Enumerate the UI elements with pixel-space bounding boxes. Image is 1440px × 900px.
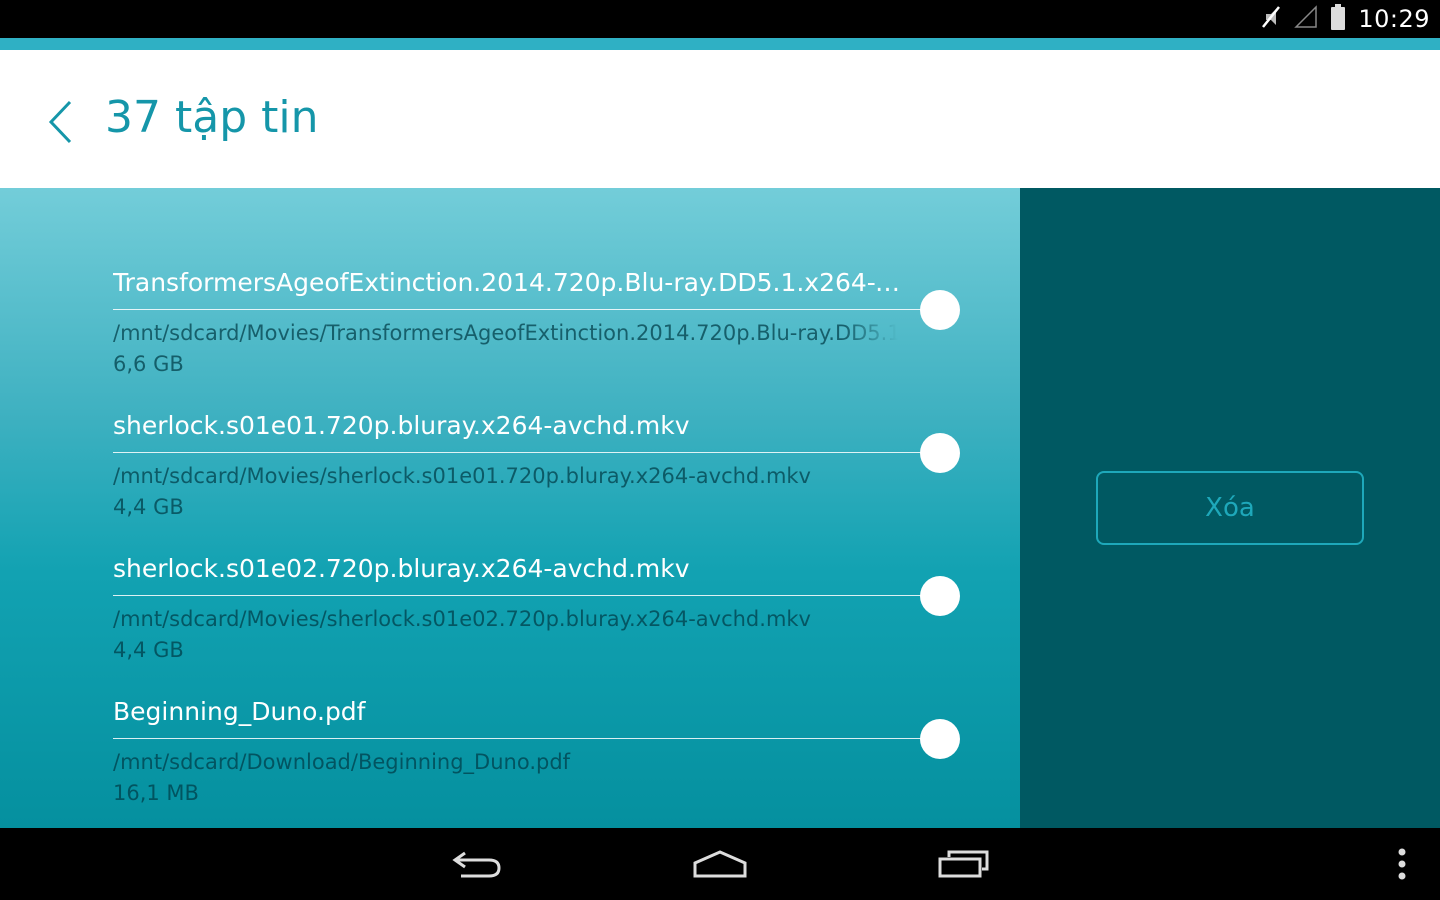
mute-icon	[1260, 5, 1282, 33]
list-item[interactable]: sherlock.s01e02.720p.bluray.x264-avchd.m…	[113, 552, 973, 695]
list-item[interactable]: sherlock.s01e01.720p.bluray.x264-avchd.m…	[113, 409, 973, 552]
overflow-menu-icon	[1398, 848, 1406, 880]
select-radio[interactable]	[920, 576, 960, 616]
accent-strip	[0, 38, 1440, 50]
file-path: /mnt/sdcard/Movies/TransformersAgeofExti…	[113, 321, 898, 345]
nav-back-button[interactable]	[437, 842, 517, 886]
action-panel: Xóa	[1020, 188, 1440, 828]
back-icon	[452, 851, 501, 878]
divider	[113, 309, 923, 310]
nav-home-button[interactable]	[680, 842, 760, 886]
file-path: /mnt/sdcard/Movies/sherlock.s01e02.720p.…	[113, 607, 811, 631]
delete-button[interactable]: Xóa	[1096, 471, 1364, 545]
select-radio[interactable]	[920, 433, 960, 473]
status-icons: 10:29	[1260, 0, 1430, 38]
select-radio[interactable]	[920, 290, 960, 330]
header: 37 tập tin	[0, 50, 1440, 188]
divider	[113, 452, 923, 453]
file-path: /mnt/sdcard/Download/Beginning_Duno.pdf	[113, 750, 571, 774]
file-size: 4,4 GB	[113, 638, 184, 662]
file-name: Beginning_Duno.pdf	[113, 697, 366, 726]
file-size: 6,6 GB	[113, 352, 184, 376]
status-bar: 10:29	[0, 0, 1440, 38]
file-name: TransformersAgeofExtinction.2014.720p.Bl…	[113, 268, 903, 297]
home-icon	[693, 850, 747, 878]
list-item[interactable]: Beginning_Duno.pdf /mnt/sdcard/Download/…	[113, 695, 973, 828]
select-radio[interactable]	[920, 719, 960, 759]
file-list[interactable]: TransformersAgeofExtinction.2014.720p.Bl…	[0, 188, 1020, 828]
overflow-menu-button[interactable]	[1362, 842, 1440, 886]
file-size: 16,1 MB	[113, 781, 199, 805]
status-time: 10:29	[1358, 5, 1430, 33]
divider	[113, 595, 923, 596]
back-button[interactable]	[34, 90, 88, 154]
list-item[interactable]: TransformersAgeofExtinction.2014.720p.Bl…	[113, 266, 973, 409]
page-title: 37 tập tin	[105, 92, 319, 143]
chevron-left-icon	[48, 100, 72, 144]
recent-apps-icon	[938, 850, 989, 878]
navigation-bar	[0, 828, 1440, 900]
battery-icon	[1330, 4, 1346, 34]
nav-recent-apps-button[interactable]	[924, 842, 1004, 886]
divider	[113, 738, 923, 739]
file-size: 4,4 GB	[113, 495, 184, 519]
signal-icon	[1294, 5, 1318, 33]
file-name: sherlock.s01e02.720p.bluray.x264-avchd.m…	[113, 554, 690, 583]
file-name: sherlock.s01e01.720p.bluray.x264-avchd.m…	[113, 411, 690, 440]
file-path: /mnt/sdcard/Movies/sherlock.s01e01.720p.…	[113, 464, 811, 488]
